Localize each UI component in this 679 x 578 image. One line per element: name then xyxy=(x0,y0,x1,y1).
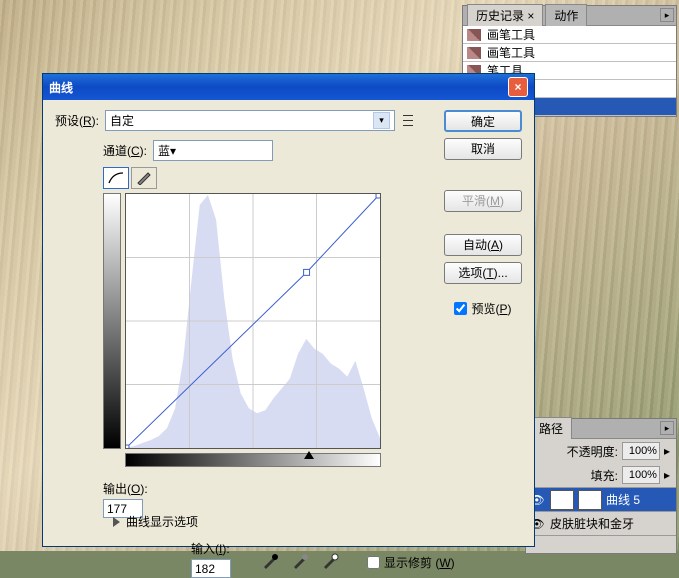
channel-value: 蓝 xyxy=(158,142,170,159)
brush-icon xyxy=(467,47,481,59)
preset-combo[interactable]: 自定 ▾ xyxy=(105,110,395,131)
tab-actions[interactable]: 动作 xyxy=(545,4,587,26)
curves-graph[interactable] xyxy=(125,193,381,449)
black-point-dropper[interactable] xyxy=(261,552,279,570)
pencil-icon xyxy=(136,171,152,185)
preset-value: 自定 xyxy=(110,112,134,129)
brush-icon xyxy=(467,29,481,41)
pencil-tool-button[interactable] xyxy=(131,167,157,189)
curve-options-toggle[interactable]: 曲线显示选项 xyxy=(113,513,198,530)
layer-name: 曲线 5 xyxy=(606,491,640,508)
dialog-titlebar[interactable]: 曲线 × xyxy=(43,74,534,100)
palette-menu-icon[interactable]: ▸ xyxy=(660,8,674,22)
smooth-button[interactable]: 平滑(M) xyxy=(444,190,522,212)
gray-point-dropper[interactable] xyxy=(291,552,309,570)
curve-tool-button[interactable] xyxy=(103,167,129,189)
auto-button[interactable]: 自动(A) xyxy=(444,234,522,256)
history-label: 画笔工具 xyxy=(487,44,535,61)
tab-paths[interactable]: 路径 xyxy=(530,417,572,439)
preview-checkbox[interactable] xyxy=(454,302,467,315)
input-gradient[interactable] xyxy=(125,453,381,467)
cancel-button[interactable]: 取消 xyxy=(444,138,522,160)
channel-label: 通道(C): xyxy=(103,142,147,159)
preview-label: 预览(P) xyxy=(471,300,511,317)
eyedroppers xyxy=(261,552,339,570)
output-label: 输出(O): xyxy=(103,480,148,497)
layer-row[interactable]: 👁 皮肤脏块和金牙 xyxy=(526,511,676,535)
curve-icon xyxy=(107,171,125,185)
output-gradient xyxy=(103,193,121,449)
chevron-down-icon[interactable]: ▾ xyxy=(170,144,176,158)
dialog-buttons: 确定 取消 平滑(M) 自动(A) 选项(T)... 预览(P) xyxy=(444,110,522,317)
stepper-icon[interactable]: ▸ xyxy=(664,444,670,458)
layer-thumb xyxy=(550,490,574,510)
input-label: 输入(I): xyxy=(191,540,231,557)
show-clipping-row: 显示修剪 (W) xyxy=(367,554,455,571)
opacity-label: 不透明度: xyxy=(567,443,618,460)
stepper-icon[interactable]: ▸ xyxy=(664,468,670,482)
layers-palette: ▸ 路径 不透明度: ▸ 填充: ▸ 👁 曲线 5 👁 皮肤脏块和金牙 xyxy=(525,418,677,554)
history-row[interactable]: 画笔工具 xyxy=(463,26,676,44)
show-clipping-label: 显示修剪 (W) xyxy=(384,554,455,571)
input-slider[interactable] xyxy=(304,451,314,459)
curves-dialog: 曲线 × 预设(R): 自定 ▾ 通道(C): 蓝 ▾ xyxy=(42,73,535,547)
fill-field[interactable] xyxy=(622,466,660,484)
preset-label: 预设(R): xyxy=(55,112,99,129)
input-box: 输入(I): xyxy=(191,540,231,578)
options-button[interactable]: 选项(T)... xyxy=(444,262,522,284)
show-clipping-checkbox[interactable] xyxy=(367,556,380,569)
dialog-title: 曲线 xyxy=(49,79,73,96)
curve-overlay xyxy=(126,194,380,448)
chevron-down-icon[interactable]: ▾ xyxy=(373,112,390,129)
opacity-field[interactable] xyxy=(622,442,660,460)
layer-row[interactable] xyxy=(526,535,676,553)
layer-name: 皮肤脏块和金牙 xyxy=(550,515,634,532)
disclosure-triangle-icon xyxy=(113,517,120,527)
history-row[interactable]: 画笔工具 xyxy=(463,44,676,62)
fill-label: 填充: xyxy=(591,467,618,484)
ok-button[interactable]: 确定 xyxy=(444,110,522,132)
input-field[interactable] xyxy=(191,559,231,578)
history-label: 画笔工具 xyxy=(487,26,535,43)
curves-area: 通道(C): 蓝 ▾ xyxy=(103,140,381,467)
curve-options-label: 曲线显示选项 xyxy=(126,513,198,530)
layer-row[interactable]: 👁 曲线 5 xyxy=(526,487,676,511)
preset-menu-icon[interactable] xyxy=(401,111,415,131)
mask-thumb xyxy=(578,490,602,510)
white-point-dropper[interactable] xyxy=(321,552,339,570)
tab-history[interactable]: 历史记录 × xyxy=(467,4,543,26)
close-button[interactable]: × xyxy=(508,77,528,97)
palette-menu-icon[interactable]: ▸ xyxy=(660,421,674,435)
channel-combo[interactable]: 蓝 ▾ xyxy=(153,140,273,161)
